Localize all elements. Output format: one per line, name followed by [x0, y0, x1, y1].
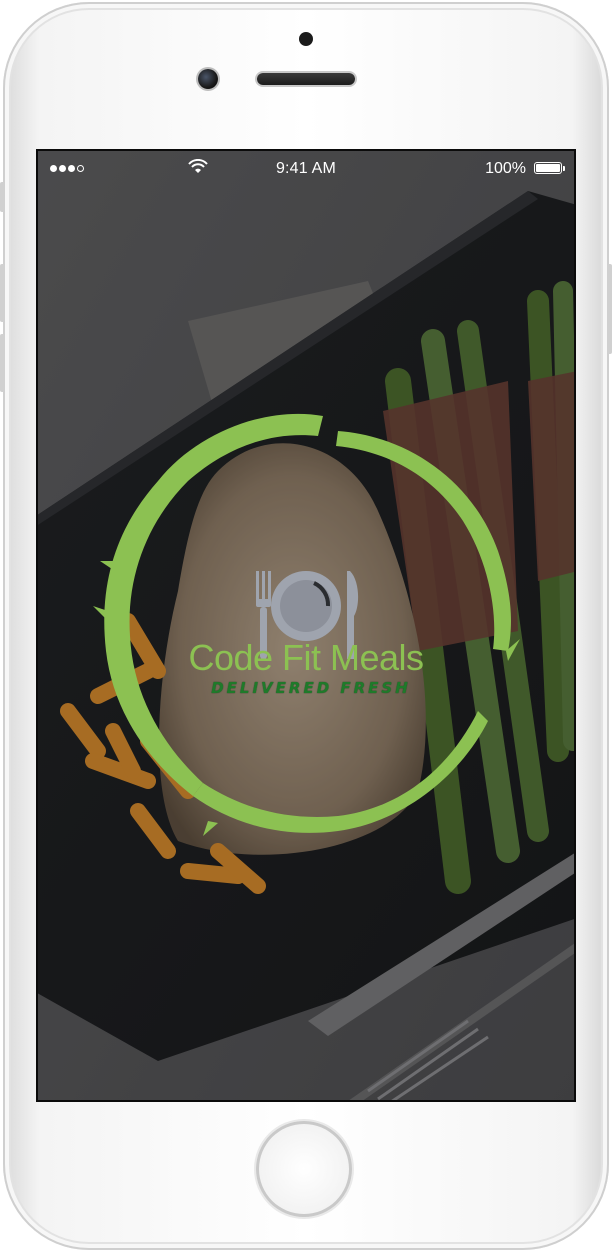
brand-tagline: Delivered Fresh	[211, 679, 411, 697]
status-bar: 9:41 AM 100%	[38, 151, 574, 187]
home-button[interactable]	[256, 1121, 352, 1217]
earpiece-speaker	[257, 73, 355, 85]
battery-icon	[534, 162, 565, 174]
volume-up-button	[0, 264, 5, 322]
plate-icon	[271, 571, 341, 641]
app-screen[interactable]: 9:41 AM 100% Code Fit Meals DELIVERED FR…	[36, 149, 576, 1102]
volume-down-button	[0, 334, 5, 392]
brand-name: Code Fit Meals	[188, 637, 424, 678]
power-button	[607, 264, 612, 354]
brush-circle-logo	[93, 413, 520, 836]
front-camera-icon	[198, 69, 218, 89]
proximity-sensor	[299, 32, 313, 46]
mute-switch	[0, 182, 5, 212]
battery-percent: 100%	[485, 160, 526, 177]
